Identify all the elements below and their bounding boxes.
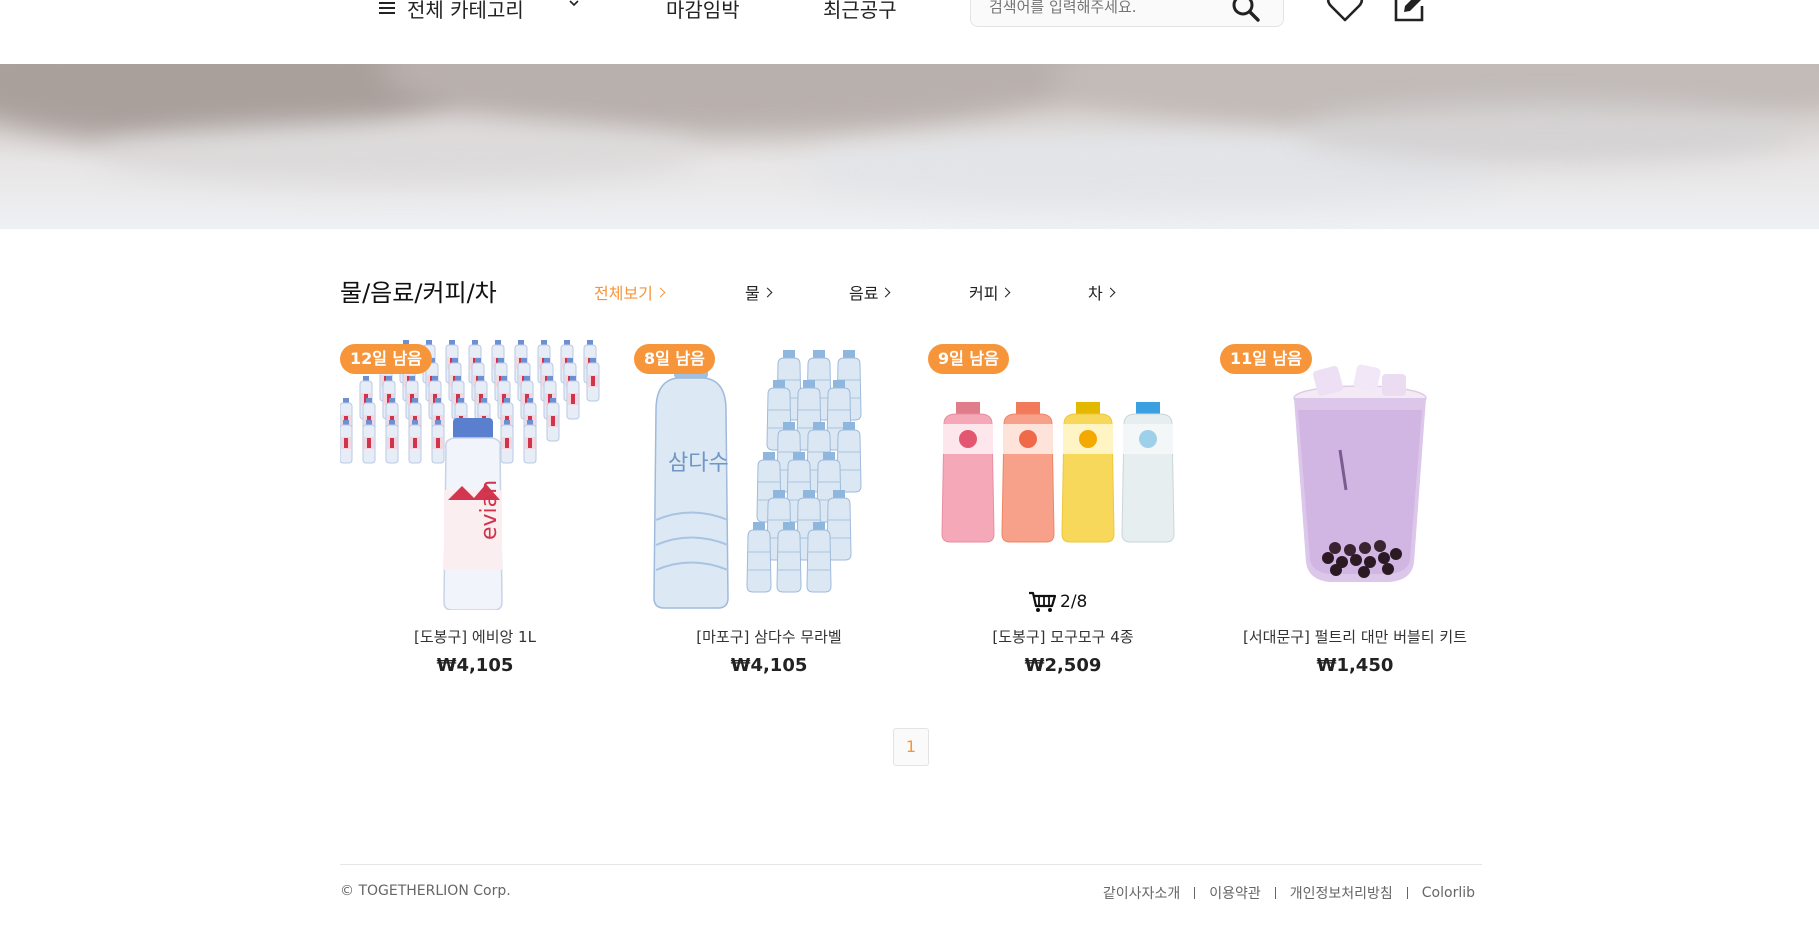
product-name[interactable]: [도봉구] 에비앙 1L xyxy=(340,626,610,647)
participants-indicator: 2/8 xyxy=(1028,590,1118,614)
product-image[interactable]: 삼다수 xyxy=(634,340,904,610)
chevron-right-icon xyxy=(655,287,666,297)
tab-all[interactable]: 전체보기 xyxy=(594,280,666,304)
footer-link-terms[interactable]: 이용약관 xyxy=(1209,883,1261,903)
days-left-badge: 11일 남음 xyxy=(1220,344,1312,374)
pagination-page[interactable]: 1 xyxy=(893,728,929,766)
category-title: 물/음료/커피/차 xyxy=(340,279,497,307)
tab-tea[interactable]: 차 xyxy=(1088,280,1116,304)
product-price: ₩4,105 xyxy=(436,655,514,676)
product-name[interactable]: [도봉구] 모구모구 4종 xyxy=(928,626,1198,647)
footer-separator xyxy=(1194,887,1196,899)
days-left-badge: 12일 남음 xyxy=(340,344,432,374)
category-menu-button[interactable]: 전체 카테고리 xyxy=(379,0,524,30)
product-image[interactable] xyxy=(928,340,1198,610)
hamburger-icon xyxy=(379,2,395,14)
product-name[interactable]: [서대문구] 펄트리 대만 버블티 키트 xyxy=(1220,626,1490,647)
evian-bottles-icon: evian xyxy=(340,340,600,610)
footer-divider xyxy=(340,864,1482,865)
svg-text:삼다수: 삼다수 xyxy=(668,451,729,476)
footer-separator xyxy=(1406,887,1408,899)
product-card[interactable]: 11일 남음 [서대문구] 펄트리 대만 버블티 키트 ₩1,450 xyxy=(1220,340,1490,680)
product-price: ₩2,509 xyxy=(1024,655,1102,676)
participants-count: 2/8 xyxy=(1060,592,1088,612)
product-name[interactable]: [마포구] 삼다수 무라벨 xyxy=(634,626,904,647)
footer-link-privacy[interactable]: 개인정보처리방침 xyxy=(1290,883,1393,903)
category-menu-label: 전체 카테고리 xyxy=(407,0,524,22)
chevron-right-icon xyxy=(1105,287,1116,297)
product-card[interactable]: 2/8 9일 남음 [도봉구] 모구모구 4종 ₩2,509 xyxy=(928,340,1198,680)
copyright: © TOGETHERLION Corp. xyxy=(340,883,511,899)
chevron-down-icon[interactable] xyxy=(569,0,579,8)
product-card[interactable]: evian 12일 남음 [도봉구] 에비앙 1L ₩4,105 xyxy=(340,340,610,680)
nav-deadline[interactable]: 마감임박 xyxy=(666,0,740,30)
search-box xyxy=(970,0,1284,27)
tab-label: 물 xyxy=(745,284,760,303)
hero-banner xyxy=(0,64,1819,229)
days-left-badge: 9일 남음 xyxy=(928,344,1009,374)
header-inner: 전체 카테고리 마감임박 최근공구 xyxy=(379,0,1479,30)
product-image[interactable] xyxy=(1220,340,1490,610)
nav-recent[interactable]: 최근공구 xyxy=(823,0,897,30)
chevron-right-icon xyxy=(1001,287,1011,297)
write-icon[interactable] xyxy=(1390,0,1430,26)
tab-drink[interactable]: 음료 xyxy=(849,280,891,304)
heart-icon[interactable] xyxy=(1325,0,1365,26)
search-icon[interactable] xyxy=(1231,0,1261,23)
product-image[interactable]: evian xyxy=(340,340,610,610)
svg-text:evian: evian xyxy=(477,480,502,540)
cart-icon xyxy=(1029,591,1056,612)
footer-separator xyxy=(1274,887,1276,899)
chevron-right-icon xyxy=(881,287,891,297)
days-left-badge: 8일 남음 xyxy=(634,344,715,374)
mogu-bottles-icon xyxy=(941,402,1175,543)
tab-water[interactable]: 물 xyxy=(745,280,773,304)
chevron-right-icon xyxy=(762,287,773,297)
bubble-tea-cup-icon xyxy=(1293,364,1427,582)
samdasoo-bottles-icon: 삼다수 xyxy=(653,349,862,609)
tab-label: 음료 xyxy=(849,284,879,303)
tab-label: 전체보기 xyxy=(594,284,653,303)
tab-label: 차 xyxy=(1088,284,1103,303)
footer-links: 같이사자소개 이용약관 개인정보처리방침 Colorlib xyxy=(1103,883,1475,903)
tab-label: 커피 xyxy=(969,284,999,303)
product-card[interactable]: 삼다수 8일 남음 [마포구] 삼다수 무라벨 ₩4,105 xyxy=(634,340,904,680)
footer-link-colorlib[interactable]: Colorlib xyxy=(1422,885,1475,901)
product-price: ₩4,105 xyxy=(730,655,808,676)
search-input[interactable] xyxy=(989,0,1219,19)
site-header: 전체 카테고리 마감임박 최근공구 xyxy=(0,0,1819,64)
tab-coffee[interactable]: 커피 xyxy=(969,280,1011,304)
product-price: ₩1,450 xyxy=(1316,655,1394,676)
footer-link-about[interactable]: 같이사자소개 xyxy=(1103,883,1180,903)
